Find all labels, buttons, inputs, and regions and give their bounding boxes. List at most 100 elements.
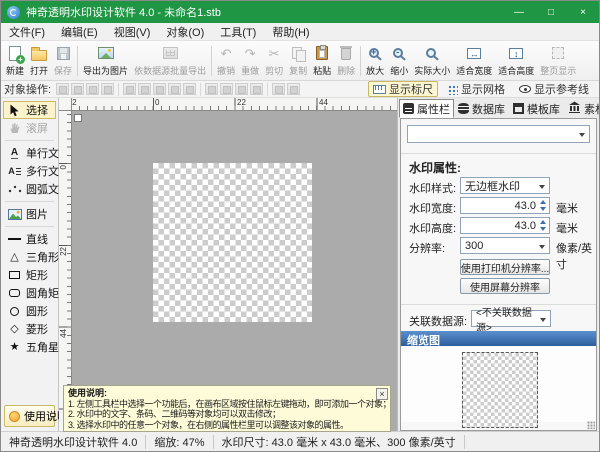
menu-object[interactable]: 对象(O) xyxy=(158,24,212,40)
tool-single-line-text[interactable]: A 单行文字 xyxy=(3,144,56,162)
actual-size-icon xyxy=(426,44,439,62)
cut-button[interactable]: ✂ 剪切 xyxy=(262,43,286,79)
diamond-icon: ◇ xyxy=(7,324,22,335)
bring-to-front-icon[interactable] xyxy=(86,83,99,95)
menu-tools[interactable]: 工具(T) xyxy=(212,24,264,40)
grid-icon xyxy=(447,84,458,95)
tool-star[interactable]: ★ 五角星 xyxy=(3,338,56,356)
resize-grip-icon[interactable] xyxy=(587,421,595,429)
tool-circle[interactable]: 圆形 xyxy=(3,302,56,320)
paste-button[interactable]: 粘贴 xyxy=(310,43,334,79)
arc-text-icon xyxy=(7,185,22,193)
menu-help[interactable]: 帮助(H) xyxy=(264,24,317,40)
actual-size-button[interactable]: 实际大小 xyxy=(411,43,453,79)
spinner-arrows-icon[interactable] xyxy=(539,200,547,211)
height-stepper[interactable]: 43.0 xyxy=(460,217,550,234)
fit-width-button[interactable]: 适合宽度 xyxy=(453,43,495,79)
app-icon xyxy=(7,6,20,19)
single-text-icon: A xyxy=(7,148,22,159)
close-button[interactable]: × xyxy=(567,1,599,23)
redo-button[interactable]: ↷ 重做 xyxy=(238,43,262,79)
show-guides-button[interactable]: 显示参考线 xyxy=(514,81,594,97)
ruler-label: 44 xyxy=(319,98,328,107)
tool-image[interactable]: 图片 xyxy=(3,205,56,223)
new-button[interactable]: 新建 xyxy=(3,43,27,79)
bring-forward-icon[interactable] xyxy=(56,83,69,95)
height-unit: 毫米 xyxy=(556,220,578,236)
app-window: 神奇透明水印设计软件 4.0 - 未命名1.stb — □ × 文件(F) 编辑… xyxy=(0,0,600,452)
redo-icon: ↷ xyxy=(245,44,256,62)
distribute-v-icon[interactable] xyxy=(235,83,248,95)
align-left-icon[interactable] xyxy=(123,83,136,95)
copy-button[interactable]: 复制 xyxy=(286,43,310,79)
properties-title: 水印属性: xyxy=(409,159,461,176)
whole-page-button[interactable]: 整页显示 xyxy=(537,43,579,79)
undo-button[interactable]: ↶ 撤销 xyxy=(214,43,238,79)
align-bottom-icon[interactable] xyxy=(183,83,196,95)
datasource-label: 关联数据源: xyxy=(409,313,467,329)
show-grid-button[interactable]: 显示网格 xyxy=(442,81,510,97)
ruler-label: -22 xyxy=(72,98,77,107)
menu-file[interactable]: 文件(F) xyxy=(1,24,53,40)
group-icon[interactable] xyxy=(272,83,285,95)
datasource-combo[interactable]: <不关联数据源> xyxy=(471,310,551,327)
open-button[interactable]: 打开 xyxy=(27,43,51,79)
tool-arc-text[interactable]: 圆弧文字 xyxy=(3,180,56,198)
style-combo[interactable]: 无边框水印 xyxy=(460,177,550,194)
minimize-button[interactable]: — xyxy=(503,1,535,23)
tool-multi-line-text[interactable]: A 多行文字 xyxy=(3,162,56,180)
note-close-button[interactable]: × xyxy=(376,388,388,400)
line-icon xyxy=(7,238,22,240)
material-icon xyxy=(568,101,581,116)
dropdown-arrow-icon xyxy=(540,318,546,322)
equal-size-icon[interactable] xyxy=(250,83,263,95)
properties-icon xyxy=(403,103,414,114)
object-selector-combo[interactable] xyxy=(407,125,590,143)
align-middle-icon[interactable] xyxy=(205,83,218,95)
menu-edit[interactable]: 编辑(E) xyxy=(53,24,106,40)
tab-database[interactable]: 数据库 xyxy=(454,99,509,118)
watermark-artboard[interactable] xyxy=(153,163,312,322)
vertical-ruler: 0 22 44 xyxy=(59,111,72,431)
export-image-button[interactable]: 导出为图片 xyxy=(80,43,131,79)
eye-icon xyxy=(519,85,531,93)
tab-templates[interactable]: 模板库 xyxy=(509,99,564,118)
canvas-area[interactable]: -22 0 22 44 66 0 22 44 xyxy=(59,98,399,431)
width-stepper[interactable]: 43.0 xyxy=(460,197,550,214)
zoom-in-button[interactable]: 放大 xyxy=(363,43,387,79)
spinner-arrows-icon[interactable] xyxy=(539,220,547,231)
tool-triangle[interactable]: △ 三角形 xyxy=(3,248,56,266)
align-center-icon[interactable] xyxy=(138,83,151,95)
tool-line[interactable]: 直线 xyxy=(3,230,56,248)
save-button[interactable]: 保存 xyxy=(51,43,75,79)
tool-rounded-rectangle[interactable]: 圆角矩形 xyxy=(3,284,56,302)
status-watermark-size: 水印尺寸: 43.0 毫米 x 43.0 毫米、300 像素/英寸 xyxy=(214,435,465,449)
zoom-in-icon xyxy=(369,44,382,62)
usage-help-button[interactable]: 使用说明 xyxy=(4,405,55,427)
send-backward-icon[interactable] xyxy=(71,83,84,95)
use-printer-resolution-button[interactable]: 使用打印机分辨率... xyxy=(460,259,550,275)
undo-icon: ↶ xyxy=(221,44,232,62)
tool-rectangle[interactable]: 矩形 xyxy=(3,266,56,284)
maximize-button[interactable]: □ xyxy=(535,1,567,23)
fit-height-button[interactable]: 适合高度 xyxy=(495,43,537,79)
align-right-icon[interactable] xyxy=(153,83,166,95)
tool-diamond[interactable]: ◇ 菱形 xyxy=(3,320,56,338)
hand-icon xyxy=(7,122,22,134)
batch-export-button[interactable]: 依数据源批量导出 xyxy=(131,43,209,79)
align-top-icon[interactable] xyxy=(168,83,181,95)
distribute-h-icon[interactable] xyxy=(220,83,233,95)
menu-view[interactable]: 视图(V) xyxy=(106,24,159,40)
tab-properties[interactable]: 属性栏 xyxy=(399,99,454,118)
use-screen-resolution-button[interactable]: 使用屏幕分辨率 xyxy=(460,278,550,294)
toolbar-separator xyxy=(118,83,119,96)
ungroup-icon[interactable] xyxy=(287,83,300,95)
tool-select[interactable]: 选择 xyxy=(3,101,56,119)
show-ruler-button[interactable]: 显示标尺 xyxy=(368,81,438,97)
send-to-back-icon[interactable] xyxy=(101,83,114,95)
zoom-out-button[interactable]: 缩小 xyxy=(387,43,411,79)
delete-button[interactable]: 删除 xyxy=(334,43,358,79)
tab-materials[interactable]: 素材库 xyxy=(564,99,600,118)
resolution-combo[interactable]: 300 xyxy=(460,237,550,254)
tool-scroll[interactable]: 滚屏 xyxy=(3,119,56,137)
